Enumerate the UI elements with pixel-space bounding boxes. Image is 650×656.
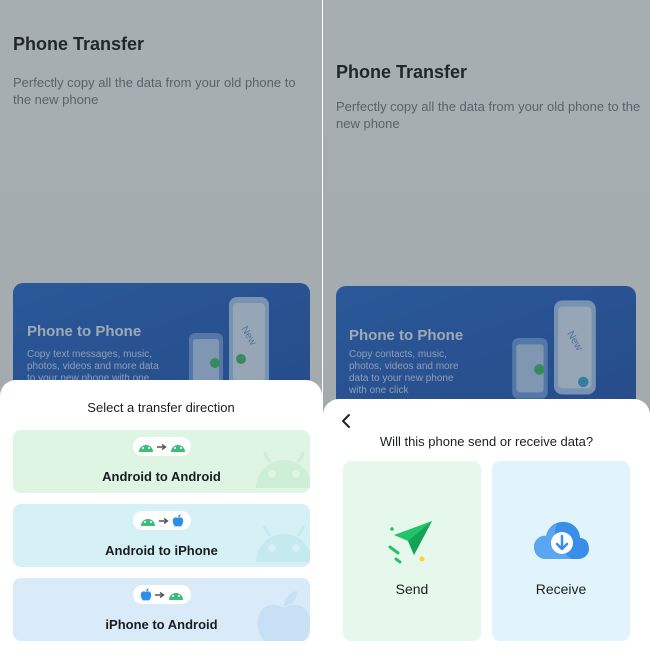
- sheet-title: Will this phone send or receive data?: [379, 434, 594, 449]
- apple-icon: [140, 588, 151, 601]
- direction-badge: [132, 437, 191, 456]
- send-icon: [388, 521, 432, 564]
- android-icon: [256, 451, 310, 488]
- apple-icon: [257, 591, 310, 641]
- send-option[interactable]: Send: [343, 461, 481, 641]
- send-receive-sheet: Will this phone send or receive data? Se…: [323, 399, 650, 656]
- option-label: Android to Android: [102, 469, 221, 484]
- android-icon: [256, 525, 310, 562]
- receive-option[interactable]: Receive: [492, 461, 630, 641]
- apple-icon: [172, 514, 183, 527]
- android-icon: [138, 445, 153, 452]
- right-screen: Phone Transfer Perfectly copy all the da…: [323, 0, 650, 656]
- left-screen: Phone Transfer Perfectly copy all the da…: [0, 0, 322, 656]
- android-icon: [170, 445, 185, 452]
- option-label: Android to iPhone: [105, 543, 218, 558]
- option-iphone-to-android[interactable]: iPhone to Android: [13, 578, 310, 641]
- send-label: Send: [395, 581, 429, 597]
- option-android-to-android[interactable]: Android to Android: [13, 430, 310, 493]
- arrow-right-icon: [156, 443, 167, 450]
- transfer-direction-sheet: Select a transfer direction Android to A…: [0, 380, 322, 656]
- arrow-right-icon: [158, 517, 169, 524]
- arrow-right-icon: [154, 591, 165, 598]
- option-android-to-iphone[interactable]: Android to iPhone: [13, 504, 310, 567]
- sheet-title: Select a transfer direction: [87, 400, 235, 415]
- direction-badge: [132, 585, 191, 604]
- back-chevron-icon[interactable]: [339, 411, 353, 431]
- receive-label: Receive: [535, 581, 587, 597]
- android-icon: [168, 593, 183, 600]
- direction-badge: [132, 511, 191, 530]
- android-icon: [140, 519, 155, 526]
- cloud-download-icon: [534, 521, 589, 559]
- option-label: iPhone to Android: [105, 617, 218, 632]
